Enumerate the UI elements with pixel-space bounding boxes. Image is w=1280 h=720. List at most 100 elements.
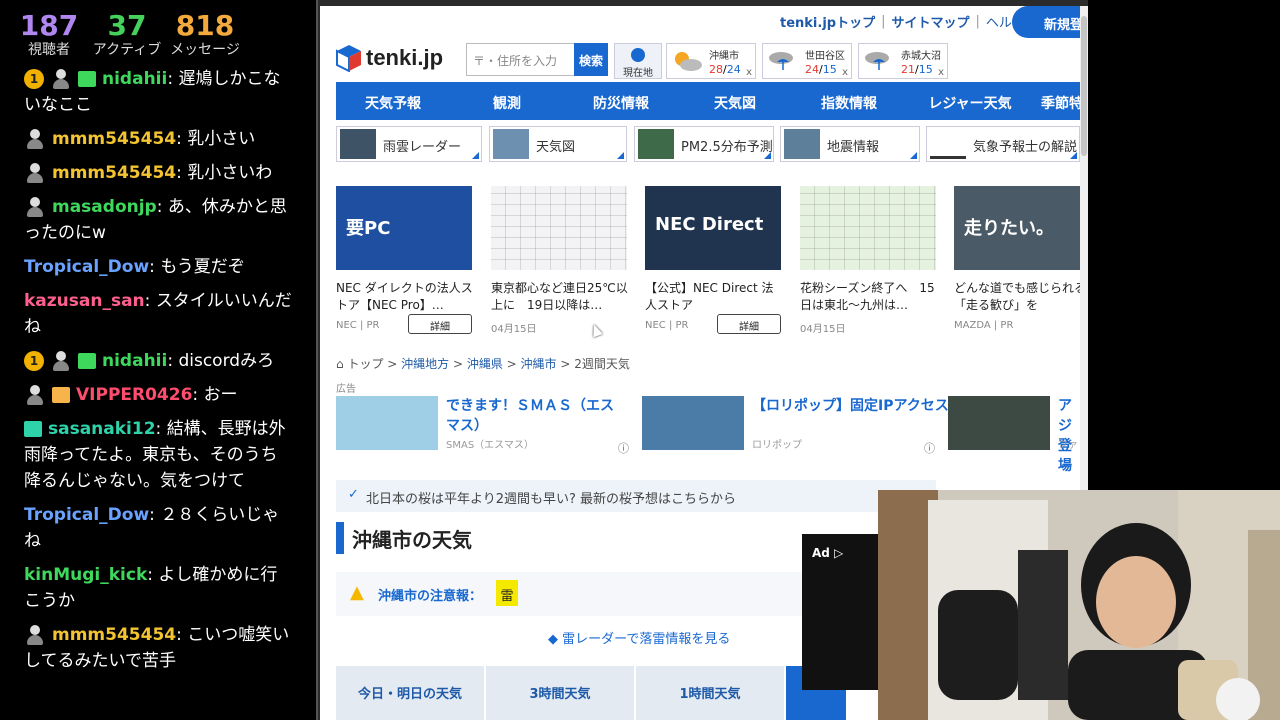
breadcrumb-item[interactable]: 沖縄県: [467, 357, 503, 371]
avatar-badge-icon: [50, 350, 72, 372]
city-remove-button[interactable]: x: [842, 67, 848, 78]
ad-card[interactable]: 花粉シーズン終了へ 15日は東北～九州は… 04月15日: [800, 186, 940, 335]
city-temps: 28/24: [709, 63, 741, 76]
scrollbar-thumb[interactable]: [1081, 16, 1087, 156]
chat-panel: 187 視聴者 37 アクティブ 818 メッセージ 1 nidahii: 遅鳩しかこないな…: [0, 0, 318, 720]
forecast-tab[interactable]: 今日・明日の天気: [336, 666, 484, 720]
forecast-tab[interactable]: 3時間天気: [486, 666, 634, 720]
corner-arrow-icon: [617, 152, 624, 159]
ad-info-icon[interactable]: ⓘ: [924, 440, 935, 456]
ad-card[interactable]: 要PC NEC ダイレクトの法人ストア【NEC Pro】… NEC | PR 詳細: [336, 186, 476, 334]
city-remove-button[interactable]: x: [746, 67, 752, 78]
chat-username[interactable]: nidahii: [102, 69, 167, 89]
ad-card[interactable]: 走りたい。 どんな道でも感じられる「走る歓び」を MAZDA | PR: [954, 186, 1080, 331]
ad-card[interactable]: NEC Direct 【公式】NEC Direct 法人ストア NEC | PR 詳細: [645, 186, 785, 334]
text-ad[interactable]: 【ロリポップ】固定IPアクセス ロリポップ ⓘ: [642, 396, 949, 456]
avatar-badge-icon: [24, 624, 46, 646]
vip-badge-icon: [52, 387, 70, 403]
city-name: 赤城大沼: [901, 51, 941, 62]
nav-item[interactable]: 天気図: [678, 82, 792, 120]
ad-popup[interactable]: Ad ▷: [802, 534, 880, 690]
subnav-item[interactable]: PM2.5分布予測: [634, 126, 774, 162]
toplink-top[interactable]: tenki.jpトップ: [780, 12, 875, 31]
subnav-thumbnail: [340, 129, 376, 159]
breadcrumb-item[interactable]: 沖縄市: [521, 357, 557, 371]
text-ad[interactable]: できます！ＳＭＡＳ（エスマス） SMAS（エスマス） ⓘ: [336, 396, 636, 456]
text-ad-source: ファ: [1058, 440, 1078, 451]
chat-username[interactable]: Tropical_Dow: [24, 505, 149, 525]
chat-message: 1 nidahii: discordみろ: [0, 346, 316, 380]
text-ad-source: SMAS（エスマス）: [446, 440, 534, 451]
chat-username[interactable]: mmm545454: [52, 625, 176, 645]
subnav-item[interactable]: 地震情報: [780, 126, 920, 162]
chat-colon: :: [149, 257, 161, 277]
separator: |: [975, 14, 980, 29]
lightning-radar-link[interactable]: ◆ 雷レーダーで落雷情報を見る: [548, 628, 730, 647]
ad-popup-label: Ad ▷: [812, 546, 844, 560]
chat-username[interactable]: VIPPER0426: [76, 385, 192, 405]
ad-image: [491, 186, 627, 270]
nav-item[interactable]: 季節特: [1034, 82, 1080, 120]
ad-title: 【公式】NEC Direct 法人ストア: [645, 281, 774, 312]
avatar-badge-icon: [24, 162, 46, 184]
saved-city-2[interactable]: 赤城大沼 21/15 x: [858, 43, 948, 79]
nav-item[interactable]: 指数情報: [792, 82, 906, 120]
corner-arrow-icon: [764, 152, 771, 159]
current-location-button[interactable]: 現在地: [614, 43, 662, 79]
chat-username[interactable]: nidahii: [102, 351, 167, 371]
avatar-badge-icon: [24, 384, 46, 406]
sakura-notice-link[interactable]: 北日本の桜は平年より2週間も早い? 最新の桜予想はこちらから: [336, 480, 936, 512]
avatar-badge-icon: [24, 196, 46, 218]
chat-username[interactable]: kazusan_san: [24, 291, 145, 311]
chat-message: mmm545454: 乳小さいわ: [0, 158, 316, 192]
subnav-item[interactable]: 気象予報士の解説: [926, 126, 1080, 162]
saved-city-0[interactable]: 沖縄市 28/24 x: [666, 43, 756, 79]
chat-text: 乳小さい: [187, 129, 256, 149]
nav-item[interactable]: レジャー天気: [906, 82, 1034, 120]
chat-colon: :: [167, 69, 179, 89]
stream-stats: 187 視聴者 37 アクティブ 818 メッセージ: [0, 0, 316, 59]
breadcrumb-item[interactable]: 沖縄地方: [401, 357, 449, 371]
chat-username[interactable]: sasanaki12: [48, 419, 156, 439]
ad-info-icon[interactable]: ⓘ: [618, 440, 629, 456]
subscriber-badge-icon: [78, 353, 96, 369]
nav-item[interactable]: 天気予報: [336, 82, 450, 120]
ad-detail-button[interactable]: 詳細: [717, 314, 781, 334]
warning-keyword[interactable]: 雷: [496, 580, 518, 606]
nav-item[interactable]: 防災情報: [564, 82, 678, 120]
chat-username[interactable]: mmm545454: [52, 163, 176, 183]
chat-username[interactable]: masadonjp: [52, 197, 157, 217]
new-register-button[interactable]: 新規登: [1012, 6, 1080, 38]
chat-username[interactable]: kinMugi_kick: [24, 565, 147, 585]
ad-card[interactable]: 東京都心など連日25℃以上に 19日以降は… 04月15日: [491, 186, 631, 335]
text-ad[interactable]: アジ登場 ファ: [948, 396, 1080, 474]
chat-colon: :: [149, 505, 161, 525]
toplink-sitemap[interactable]: サイトマップ: [891, 12, 969, 31]
subnav-label: 天気図: [536, 140, 576, 155]
corner-arrow-icon: [472, 152, 479, 159]
subscriber-badge-icon: [78, 71, 96, 87]
ad-image: NEC Direct: [645, 186, 781, 270]
city-remove-button[interactable]: x: [938, 67, 944, 78]
site-logo[interactable]: tenki.jp: [336, 44, 443, 72]
chat-text: もう夏だぞ: [160, 257, 245, 277]
saved-city-1[interactable]: 世田谷区 24/15 x: [762, 43, 852, 79]
subnav-item[interactable]: 天気図: [489, 126, 627, 162]
subnav-item[interactable]: 雨雲レーダー: [336, 126, 482, 162]
stat-block: 187 視聴者: [12, 10, 86, 59]
nav-item[interactable]: 観測: [450, 82, 564, 120]
chat-message: kinMugi_kick: よし確かめに行こうか: [0, 560, 316, 620]
ad-image: [800, 186, 936, 270]
ad-image: 走りたい。: [954, 186, 1080, 270]
chat-username[interactable]: Tropical_Dow: [24, 257, 149, 277]
breadcrumb-item[interactable]: トップ: [347, 357, 383, 371]
address-search-input[interactable]: 〒・住所を入力: [466, 43, 574, 76]
page-title: 沖縄市の天気: [352, 528, 472, 552]
text-ad-source: ロリポップ: [752, 440, 802, 451]
chat-message: mmm545454: こいつ嘘笑いしてるみたいで苦手: [0, 620, 316, 680]
forecast-tab[interactable]: 1時間天気: [636, 666, 784, 720]
ad-detail-button[interactable]: 詳細: [408, 314, 472, 334]
search-button[interactable]: 検索: [574, 43, 608, 76]
breadcrumb-separator: >: [556, 357, 575, 371]
chat-username[interactable]: mmm545454: [52, 129, 176, 149]
